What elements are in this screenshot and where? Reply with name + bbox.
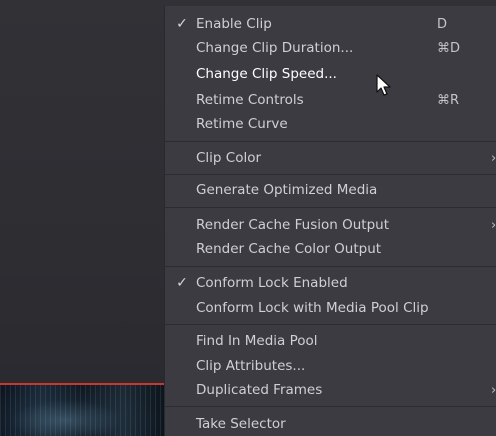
menu-item-conform-lock-with-media-pool-clip[interactable]: Conform Lock with Media Pool Clip [165, 296, 496, 320]
menu-item-label: Retime Curve [196, 116, 288, 132]
check-icon: ✓ [176, 275, 188, 291]
menu-item-render-cache-fusion-output[interactable]: Render Cache Fusion Output › [165, 213, 496, 237]
menu-item-change-clip-duration[interactable]: Change Clip Duration... ⌘D [165, 36, 496, 60]
menu-item-generate-optimized-media[interactable]: Generate Optimized Media [165, 178, 496, 202]
menu-item-label: Clip Color [196, 150, 262, 166]
menu-separator [165, 207, 496, 208]
menu-item-label: Render Cache Color Output [196, 241, 382, 257]
menu-item-label: Find In Media Pool [196, 333, 318, 349]
menu-item-label: Change Clip Speed... [196, 66, 337, 82]
menu-item-label: Generate Optimized Media [196, 182, 378, 198]
menu-item-shortcut: ⌘D [437, 40, 461, 56]
check-icon: ✓ [176, 16, 188, 32]
menu-item-label: Conform Lock with Media Pool Clip [196, 300, 429, 316]
menu-item-find-in-media-pool[interactable]: Find In Media Pool [165, 329, 496, 353]
submenu-arrow-icon: › [491, 150, 496, 166]
menu-item-label: Conform Lock Enabled [196, 275, 348, 291]
menu-item-clip-attributes[interactable]: Clip Attributes... [165, 354, 496, 378]
menu-item-label: Enable Clip [196, 16, 272, 32]
menu-item-label: Change Clip Duration... [196, 40, 354, 56]
menu-item-clip-color[interactable]: Clip Color › [165, 146, 496, 170]
menu-item-render-cache-color-output[interactable]: Render Cache Color Output [165, 237, 496, 261]
menu-separator [165, 266, 496, 267]
menu-item-label: Clip Attributes... [196, 358, 306, 374]
context-menu: ✓ Enable Clip D Change Clip Duration... … [164, 6, 496, 436]
menu-item-conform-lock-enabled[interactable]: ✓ Conform Lock Enabled [165, 271, 496, 295]
menu-item-label: Duplicated Frames [196, 382, 323, 398]
mouse-pointer-icon [376, 74, 391, 96]
clip-selection-line [0, 383, 165, 385]
menu-item-shortcut: ⌘R [437, 92, 460, 108]
menu-separator [165, 406, 496, 407]
submenu-arrow-icon: › [491, 217, 496, 233]
menu-item-retime-controls[interactable]: Retime Controls ⌘R [165, 88, 496, 112]
menu-separator [165, 174, 496, 175]
menu-item-label: Take Selector [196, 416, 286, 432]
menu-item-change-clip-speed[interactable]: Change Clip Speed... [165, 62, 496, 86]
menu-separator [165, 141, 496, 142]
menu-separator [165, 324, 496, 325]
menu-item-label: Render Cache Fusion Output [196, 217, 389, 233]
menu-item-shortcut: D [437, 16, 448, 32]
menu-item-label: Retime Controls [196, 92, 304, 108]
menu-item-duplicated-frames[interactable]: Duplicated Frames › [165, 378, 496, 402]
menu-item-retime-curve[interactable]: Retime Curve [165, 112, 496, 136]
menu-item-enable-clip[interactable]: ✓ Enable Clip D [165, 12, 496, 36]
clip-thumbnail[interactable] [0, 384, 165, 436]
submenu-arrow-icon: › [491, 382, 496, 398]
menu-item-take-selector[interactable]: Take Selector [165, 412, 496, 436]
